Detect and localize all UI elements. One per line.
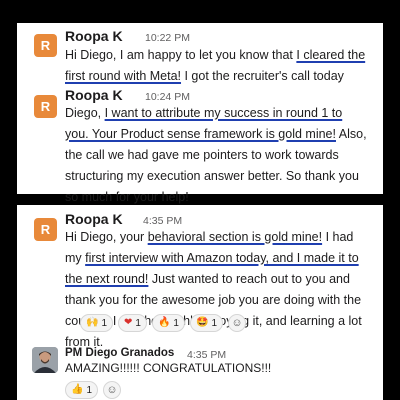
- reaction-count: 1: [211, 317, 217, 329]
- highlighted-text: behavioral section is gold mine!: [147, 230, 323, 244]
- highlighted-text: I want to attribute my success in round …: [65, 106, 343, 141]
- message-text: AMAZING!!!!!! CONGRATULATIONS!!!: [65, 361, 272, 375]
- author-name[interactable]: Roopa K: [65, 211, 123, 227]
- reaction-count: 1: [86, 384, 93, 396]
- reaction-raised-hands[interactable]: 🙌 1: [80, 314, 114, 332]
- reaction-thumbs-up[interactable]: 👍 1: [65, 381, 99, 399]
- add-reaction-icon[interactable]: ☺: [103, 381, 122, 399]
- text-segment: Hi Diego, I am happy to let you know tha…: [65, 48, 297, 62]
- timestamp[interactable]: 4:35 PM: [143, 215, 182, 227]
- reaction-count: 1: [135, 317, 141, 329]
- message-panel-bottom: R Roopa K 4:35 PM Hi Diego, your behavio…: [17, 205, 383, 400]
- reaction-bar: 👍 1 ☺: [65, 381, 122, 399]
- timestamp[interactable]: 10:22 PM: [145, 32, 190, 44]
- person-photo-icon: [32, 347, 58, 373]
- thumbs-up-icon: 👍: [71, 384, 84, 395]
- reaction-fire[interactable]: 🔥 1: [151, 314, 185, 332]
- message-panel-top: R Roopa K 10:22 PM Hi Diego, I am happy …: [17, 23, 383, 204]
- message-text: Hi Diego, your behavioral section is gol…: [65, 227, 369, 353]
- text-segment: I got the recruiter's call today: [181, 69, 344, 83]
- fire-icon: 🔥: [157, 317, 171, 328]
- star-struck-icon: 🤩: [195, 317, 209, 328]
- reaction-star-struck[interactable]: 🤩 1: [189, 314, 223, 332]
- reaction-count: 1: [173, 317, 179, 329]
- heart-icon: ❤: [124, 317, 133, 328]
- reaction-count: 1: [101, 317, 108, 329]
- text-segment: Hi Diego, your: [65, 230, 148, 244]
- avatar[interactable]: R: [34, 95, 57, 118]
- raised-hands-icon: 🙌: [86, 317, 99, 328]
- text-segment: Diego,: [65, 106, 105, 120]
- reaction-heart[interactable]: ❤ 1: [118, 314, 147, 332]
- author-name[interactable]: Roopa K: [65, 28, 123, 44]
- message-text: Diego, I want to attribute my success in…: [65, 103, 369, 208]
- message-text: Hi Diego, I am happy to let you know tha…: [65, 45, 369, 87]
- avatar[interactable]: R: [34, 34, 57, 57]
- timestamp[interactable]: 10:24 PM: [145, 91, 190, 103]
- add-reaction-icon[interactable]: ☺: [228, 314, 246, 332]
- author-name[interactable]: Roopa K: [65, 87, 123, 103]
- avatar[interactable]: [32, 347, 58, 373]
- avatar[interactable]: R: [34, 218, 57, 241]
- reaction-bar: 🙌 1 ❤ 1 🔥 1 🤩 1 ☺: [80, 314, 246, 332]
